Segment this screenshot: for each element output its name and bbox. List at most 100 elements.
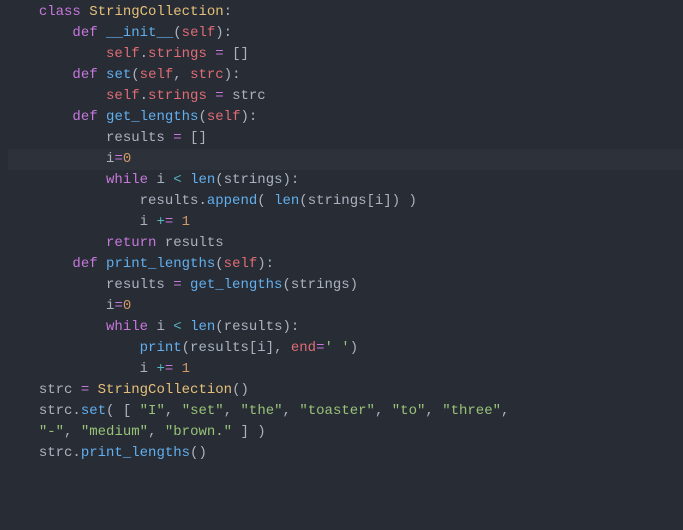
line-gutter — [8, 107, 22, 128]
token-pun: ): — [240, 109, 257, 125]
code-editor[interactable]: class StringCollection: def __init__(sel… — [8, 2, 683, 464]
token-pun — [98, 25, 106, 41]
code-line[interactable]: i += 1 — [8, 212, 683, 233]
line-gutter — [8, 128, 22, 149]
code-line[interactable]: i=0 — [8, 149, 683, 170]
token-str: "the" — [241, 403, 283, 419]
token-pun: i — [39, 298, 115, 314]
token-self: self — [182, 25, 216, 41]
token-pun: results. — [39, 193, 207, 209]
token-pun — [224, 46, 232, 62]
token-pun: , — [148, 424, 165, 440]
line-gutter — [8, 296, 22, 317]
token-kw: class — [39, 4, 81, 20]
token-fn: len — [190, 172, 215, 188]
token-pun: , — [425, 403, 442, 419]
token-op: < — [173, 319, 181, 335]
token-pun: [] — [182, 130, 207, 146]
line-gutter — [8, 380, 22, 401]
token-pun: strc. — [39, 445, 81, 461]
token-pun: () — [232, 382, 249, 398]
token-str: "to" — [392, 403, 426, 419]
token-num: 0 — [123, 298, 131, 314]
token-pun: ) — [350, 340, 358, 356]
code-line[interactable]: def print_lengths(self): — [8, 254, 683, 275]
token-pun — [98, 256, 106, 272]
token-pun: , — [375, 403, 392, 419]
line-gutter — [8, 65, 22, 86]
token-pun: (results): — [215, 319, 299, 335]
token-pun — [98, 67, 106, 83]
line-gutter — [8, 23, 22, 44]
token-fn: print — [140, 340, 182, 356]
token-pun: ( — [257, 193, 274, 209]
token-fn: append — [207, 193, 257, 209]
token-pun — [39, 319, 106, 335]
code-line[interactable]: return results — [8, 233, 683, 254]
code-line[interactable]: results = get_lengths(strings) — [8, 275, 683, 296]
token-pun: (strings[i]) ) — [299, 193, 417, 209]
code-line[interactable]: class StringCollection: — [8, 2, 683, 23]
token-fn: __init__ — [106, 25, 173, 41]
token-pun — [39, 88, 106, 104]
token-self: self — [207, 109, 241, 125]
token-str: "three" — [442, 403, 501, 419]
token-pun: strc — [39, 382, 81, 398]
token-pun: , — [501, 403, 509, 419]
code-line[interactable]: results.append( len(strings[i]) ) — [8, 191, 683, 212]
code-line[interactable]: while i < len(strings): — [8, 170, 683, 191]
token-name: StringCollection — [98, 382, 232, 398]
code-line[interactable]: def set(self, strc): — [8, 65, 683, 86]
code-line[interactable]: strc.print_lengths() — [8, 443, 683, 464]
token-pun: i — [148, 172, 173, 188]
code-line[interactable]: "-", "medium", "brown." ] ) — [8, 422, 683, 443]
token-self: strings — [148, 46, 207, 62]
token-pun: strc — [224, 88, 266, 104]
code-line[interactable]: i=0 — [8, 296, 683, 317]
token-pun: strc. — [39, 403, 81, 419]
code-line[interactable]: while i < len(results): — [8, 317, 683, 338]
token-pun: , — [224, 403, 241, 419]
token-pun: [] — [232, 46, 249, 62]
token-pun: results — [39, 130, 173, 146]
token-fn: print_lengths — [106, 256, 215, 272]
line-gutter — [8, 44, 22, 65]
token-eq: = — [173, 277, 181, 293]
code-line[interactable]: strc.set( [ "I", "set", "the", "toaster"… — [8, 401, 683, 422]
code-line[interactable]: print(results[i], end=' ') — [8, 338, 683, 359]
token-pun — [39, 340, 140, 356]
token-self: end — [291, 340, 316, 356]
token-str: ' ' — [325, 340, 350, 356]
token-pun: (results[i], — [182, 340, 291, 356]
token-pun — [39, 109, 73, 125]
token-pun — [39, 256, 73, 272]
code-line[interactable]: results = [] — [8, 128, 683, 149]
token-str: "set" — [182, 403, 224, 419]
token-pun: i — [148, 319, 173, 335]
code-line[interactable]: strc = StringCollection() — [8, 380, 683, 401]
token-eq: = — [165, 361, 173, 377]
token-pun: results — [156, 235, 223, 251]
token-eq: = — [215, 88, 223, 104]
token-pun: ): — [257, 256, 274, 272]
code-line[interactable]: self.strings = [] — [8, 44, 683, 65]
code-line[interactable]: def __init__(self): — [8, 23, 683, 44]
token-pun — [39, 235, 106, 251]
line-gutter — [8, 86, 22, 107]
token-pun: i — [39, 361, 157, 377]
token-pun: ( — [198, 109, 206, 125]
token-fn: len — [190, 319, 215, 335]
token-fn: get_lengths — [106, 109, 198, 125]
token-pun — [173, 214, 181, 230]
token-pun — [207, 46, 215, 62]
token-eq: = — [215, 46, 223, 62]
code-line[interactable]: def get_lengths(self): — [8, 107, 683, 128]
token-str: "I" — [140, 403, 165, 419]
token-fn: set — [106, 67, 131, 83]
code-line[interactable]: self.strings = strc — [8, 86, 683, 107]
token-eq: = — [316, 340, 324, 356]
token-kw: return — [106, 235, 156, 251]
code-line[interactable]: i += 1 — [8, 359, 683, 380]
token-pun — [182, 319, 190, 335]
token-kw: while — [106, 319, 148, 335]
